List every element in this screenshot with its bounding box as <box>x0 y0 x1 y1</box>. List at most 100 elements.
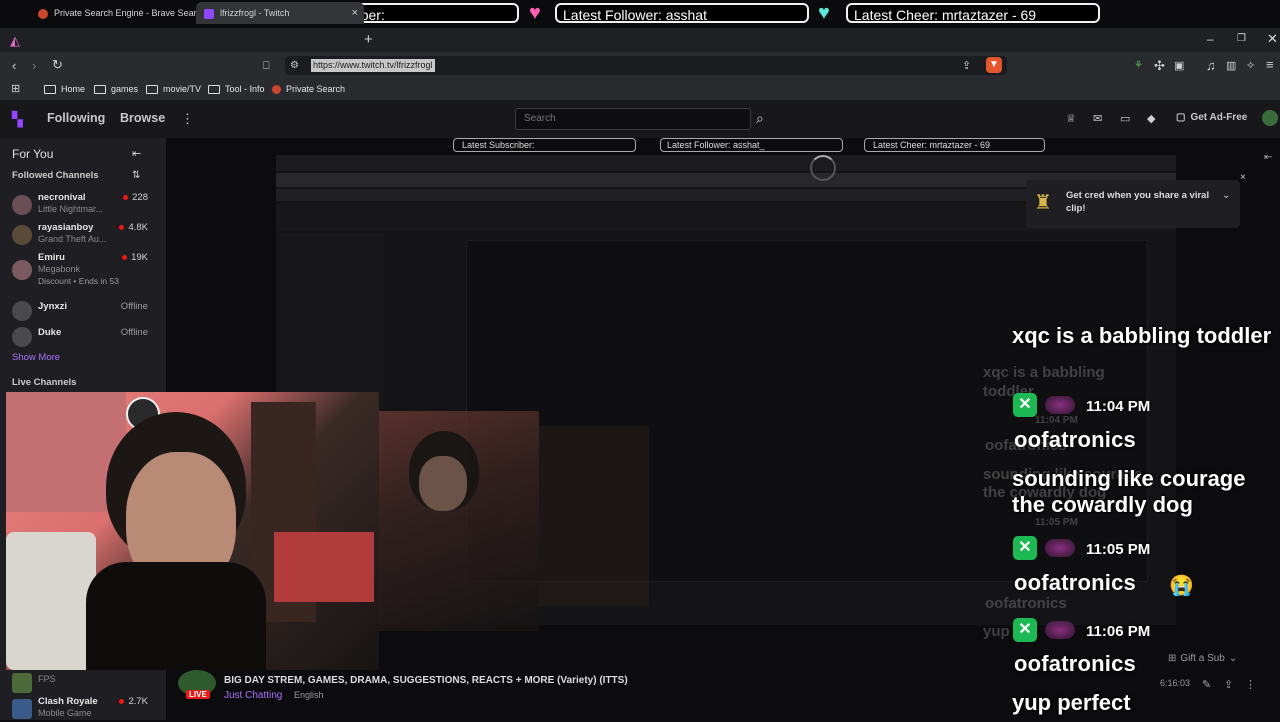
emote-badge-icon <box>1045 396 1075 414</box>
chat-username: oofatronics <box>1014 651 1136 676</box>
discount-notice: Discount • Ends in 53 <box>38 276 119 286</box>
nested-cheer-banner: Latest Cheer: mrtaztazer - 69 <box>864 138 1045 152</box>
nested-follower-banner: Latest Follower: asshat_ <box>660 138 843 152</box>
crown-icon[interactable]: ♕ <box>1066 111 1076 127</box>
close-tab-icon[interactable]: × <box>352 2 358 24</box>
brave-menu-icon[interactable]: ◭ <box>10 33 20 49</box>
brave-favicon-icon <box>38 8 48 19</box>
chat-ghost-time: 11:05 PM <box>1035 517 1078 528</box>
bookmark-tool-info[interactable]: Tool - Info <box>208 80 265 98</box>
chat-message: sounding like courage the cowardly dog <box>1012 466 1246 517</box>
gift-sub-button[interactable]: ⊞ Gift a Sub ⌄ <box>1168 653 1237 664</box>
avatar <box>12 301 32 321</box>
live-badge: LIVE <box>186 690 210 699</box>
live-dot-icon <box>119 698 125 704</box>
avatar <box>12 699 32 719</box>
sidebar-channel-necronival[interactable]: necronival Little Nightmar... 228 <box>12 192 158 218</box>
sidebar-channel-fps[interactable]: FPS <box>12 670 158 696</box>
forward-icon[interactable]: › <box>32 58 36 74</box>
sidebar-channel-emiru[interactable]: Emiru Megabonk 19K Discount • Ends in 53 <box>12 252 158 290</box>
webcam-echo-small <box>539 426 649 606</box>
avatar <box>12 225 32 245</box>
more-options-icon[interactable]: ⋮ <box>181 111 194 127</box>
whispers-icon[interactable]: ▭ <box>1120 111 1130 127</box>
chat-username: oofatronics <box>1014 427 1136 452</box>
user-avatar[interactable] <box>1262 110 1278 126</box>
stream-category[interactable]: Just Chatting <box>224 690 282 701</box>
brave-favicon-icon <box>272 85 281 95</box>
collapse-sidebar-icon[interactable]: ⇤ <box>132 146 141 162</box>
chat-timestamp: 11:04 PM <box>1086 398 1151 415</box>
sidebar-channel-duke[interactable]: Duke Offline <box>12 324 158 350</box>
share-icon[interactable]: ⇪ <box>962 58 971 74</box>
latest-follower-banner: Latest Follower: asshat_ <box>555 3 809 23</box>
apps-grid-icon[interactable]: ⊞ <box>11 81 20 97</box>
sidebar-toggle-icon[interactable]: ▥ <box>1226 58 1236 74</box>
expand-chat-icon[interactable]: ⇤ <box>1264 150 1272 166</box>
viral-clip-prompt[interactable]: ♜ Get cred when you share a viral clip! … <box>1026 180 1240 228</box>
avatar <box>12 327 32 347</box>
nested-tabbar <box>276 155 1176 171</box>
folder-icon <box>44 85 56 95</box>
red-cloth <box>274 532 374 602</box>
close-prompt-icon[interactable]: × <box>1240 172 1246 183</box>
bookmark-movie-tv[interactable]: movie/TV <box>146 80 201 98</box>
get-ad-free-button[interactable]: ▢ Get Ad-Free <box>1176 112 1247 123</box>
chevron-down-icon[interactable]: ⌄ <box>1222 190 1230 201</box>
site-settings-icon[interactable]: ⚙ <box>290 58 299 74</box>
bookmark-home[interactable]: Home <box>44 80 85 98</box>
brave-shields-icon[interactable]: ▼ <box>986 57 1002 73</box>
sidebar-channel-jynxzi[interactable]: Jynxzi Offline <box>12 298 158 324</box>
new-tab-icon[interactable]: + <box>364 32 373 48</box>
nav-following[interactable]: Following <box>47 111 105 125</box>
share-icon[interactable]: ⇪ <box>1224 677 1233 693</box>
twitch-logo-icon[interactable]: ▚ <box>12 111 23 127</box>
x-badge-icon: ✕ <box>1013 536 1037 560</box>
tab-brave-search[interactable]: Private Search Engine - Brave Search <box>30 2 206 24</box>
more-options-icon[interactable]: ⋮ <box>1245 677 1256 693</box>
sidebar-channel-clash-royale[interactable]: Clash Royale Mobile Game 2.7K <box>12 696 158 722</box>
menu-icon[interactable]: ≡ <box>1266 57 1274 73</box>
minimize-icon[interactable]: – <box>1207 28 1214 50</box>
tab-twitch[interactable]: lfrizzfrogl - Twitch × <box>196 2 364 24</box>
inbox-icon[interactable]: ✉ <box>1093 111 1102 127</box>
extension-icon[interactable]: ⚘ <box>1134 58 1143 74</box>
tab-title: lfrizzfrogl - Twitch <box>220 8 290 18</box>
nav-browse[interactable]: Browse <box>120 111 165 125</box>
bookmark-icon[interactable]: ⎕ <box>263 58 270 74</box>
folder-icon <box>146 85 158 95</box>
chat-username: oofatronics <box>1014 570 1136 595</box>
chat-ghost-time: 11:04 PM <box>1035 415 1078 426</box>
edit-icon[interactable]: ✎ <box>1202 677 1211 693</box>
webcam-echo <box>379 411 539 631</box>
stream-language-tag[interactable]: English <box>294 690 324 700</box>
sidebar-channel-rayasianboy[interactable]: rayasianboy Grand Theft Au... 4.8K <box>12 222 158 248</box>
avatar <box>12 195 32 215</box>
chevron-down-icon: ⌄ <box>1228 653 1238 664</box>
search-icon[interactable]: ⌕ <box>756 110 764 126</box>
tab-title: Private Search Engine - Brave Search <box>54 8 207 18</box>
url-text[interactable]: https://www.twitch.tv/lfrizzfrogl <box>311 59 435 72</box>
sort-icon[interactable]: ⇅ <box>132 168 140 184</box>
live-dot-icon <box>119 224 125 230</box>
close-window-icon[interactable]: ✕ <box>1267 28 1278 50</box>
show-more-link[interactable]: Show More <box>12 352 60 363</box>
bits-icon[interactable]: ◆ <box>1147 111 1155 127</box>
reload-icon[interactable]: ↻ <box>52 57 63 73</box>
for-you-heading: For You <box>12 147 54 161</box>
avatar <box>12 260 32 280</box>
emote-badge-icon <box>1045 621 1075 639</box>
puzzle-icon[interactable]: ✣ <box>1154 58 1165 74</box>
back-icon[interactable]: ‹ <box>12 58 16 74</box>
leo-icon[interactable]: ✧ <box>1246 58 1255 74</box>
wallet-icon[interactable]: ▣ <box>1174 58 1184 74</box>
music-icon[interactable]: ♫ <box>1206 58 1216 74</box>
search-input[interactable]: Search <box>515 108 751 130</box>
emote-badge-icon <box>1045 539 1075 557</box>
chat-ghost-line: xqc is a babbling <box>983 364 1105 381</box>
x-badge-icon: ✕ <box>1013 393 1037 417</box>
bookmark-private-search[interactable]: Private Search <box>272 80 345 98</box>
maximize-icon[interactable]: ❐ <box>1237 28 1246 50</box>
bookmark-games[interactable]: games <box>94 80 138 98</box>
gift-icon: ⊞ <box>1168 653 1177 664</box>
